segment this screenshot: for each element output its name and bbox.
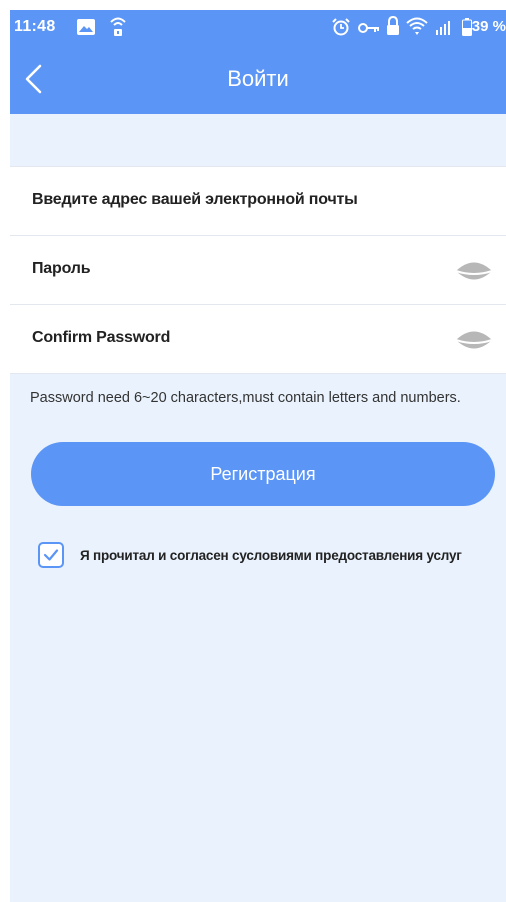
password-hint: Password need 6~20 characters,must conta…: [30, 390, 461, 406]
email-field[interactable]: Введите адрес вашей электронной почты: [10, 166, 506, 235]
eye-icon: [455, 262, 493, 280]
wifi-icon: [406, 17, 428, 35]
alarm-icon: [332, 18, 350, 36]
register-button[interactable]: Регистрация: [31, 442, 495, 506]
app-screen: 11:48 39 % Войти Введите адрес вашей эле…: [10, 10, 506, 902]
email-placeholder: Введите адрес вашей электронной почты: [32, 191, 358, 208]
lock-icon: [387, 16, 399, 35]
wifi-lock-icon: [110, 17, 126, 36]
page-title: Войти: [227, 66, 289, 91]
registration-form: Введите адрес вашей электронной почты Па…: [10, 166, 506, 374]
app-header: Войти: [10, 44, 506, 114]
password-placeholder: Пароль: [32, 260, 91, 277]
terms-text: Я прочитал и согласен сусловиями предост…: [80, 548, 462, 563]
signal-icon: [436, 21, 450, 35]
confirm-password-visibility-toggle[interactable]: [454, 327, 494, 353]
key-icon: [358, 23, 379, 33]
terms-agreement: Я прочитал и согласен сусловиями предост…: [38, 542, 506, 572]
checkmark-icon: [43, 549, 59, 561]
status-time: 11:48: [14, 18, 56, 35]
battery-percent: 39 %: [471, 18, 506, 35]
password-visibility-toggle[interactable]: [454, 258, 494, 284]
confirm-password-field[interactable]: Confirm Password: [10, 304, 506, 374]
battery-icon: [462, 18, 472, 36]
terms-checkbox[interactable]: [38, 542, 64, 568]
image-icon: [77, 19, 95, 35]
confirm-password-placeholder: Confirm Password: [32, 329, 171, 346]
password-field[interactable]: Пароль: [10, 235, 506, 304]
status-bar: 11:48 39 %: [10, 10, 506, 44]
eye-icon: [455, 331, 493, 349]
